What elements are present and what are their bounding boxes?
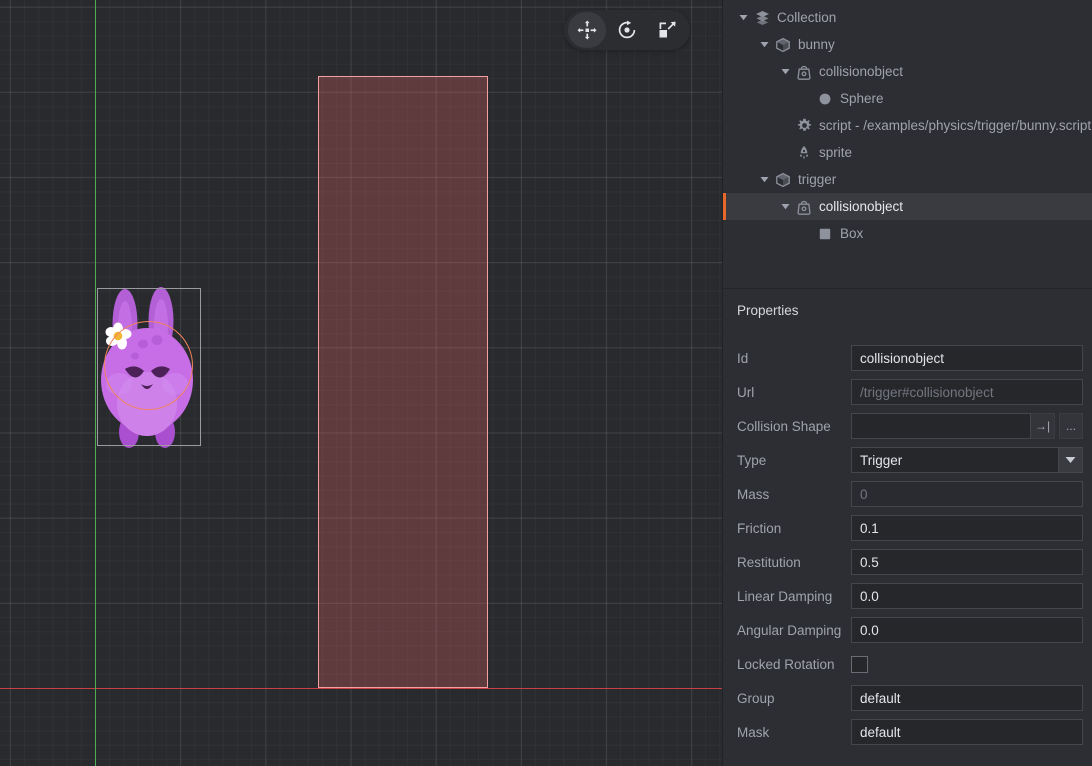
property-row-angular-damping: Angular Damping0.0 (723, 613, 1092, 647)
game-object-icon (774, 171, 792, 189)
property-label-type: Type (737, 453, 851, 468)
outline-item-collisionobject[interactable]: collisionobject (723, 58, 1092, 85)
tree-twisty-empty (800, 92, 813, 105)
collision-object-icon (795, 63, 813, 81)
property-label-group: Group (737, 691, 851, 706)
tree-twisty-empty (779, 119, 792, 132)
x-axis-line (0, 688, 722, 689)
gear-icon (795, 117, 813, 135)
outline-item-label: Box (840, 227, 863, 241)
property-row-collision-shape: Collision Shape→|... (723, 409, 1092, 443)
scale-tool-button[interactable] (648, 12, 686, 48)
property-row-group: Groupdefault (723, 681, 1092, 715)
property-label-mass: Mass (737, 487, 851, 502)
chevron-down-icon[interactable] (779, 200, 792, 213)
property-row-linear-damping: Linear Damping0.0 (723, 579, 1092, 613)
property-label-mask: Mask (737, 725, 851, 740)
outline-item-collisionobject[interactable]: collisionobject (723, 193, 1092, 220)
chevron-down-icon[interactable] (1059, 447, 1083, 473)
outline-tree[interactable]: Collection bunny collisionobject Sphere scri… (723, 0, 1092, 288)
input-friction[interactable]: 0.1 (851, 515, 1083, 541)
property-label-url: Url (737, 385, 851, 400)
property-label-locked-rotation: Locked Rotation (737, 657, 851, 672)
sphere-icon (816, 90, 834, 108)
outline-item-label: collisionobject (819, 200, 903, 214)
input-collision-shape[interactable] (851, 413, 1031, 439)
property-row-url: Url/trigger#collisionobject (723, 375, 1092, 409)
property-row-mask: Maskdefault (723, 715, 1092, 749)
outline-item-label: collisionobject (819, 65, 903, 79)
property-row-restitution: Restitution0.5 (723, 545, 1092, 579)
properties-rows: IdcollisionobjectUrl/trigger#collisionob… (723, 341, 1092, 749)
outline-item-collection[interactable]: Collection (723, 4, 1092, 31)
property-label-linear-damping: Linear Damping (737, 589, 851, 604)
chevron-down-icon[interactable] (758, 38, 771, 51)
property-label-angular-damping: Angular Damping (737, 623, 851, 638)
properties-title: Properties (723, 303, 1092, 318)
property-row-friction: Friction0.1 (723, 511, 1092, 545)
scale-icon (657, 20, 677, 40)
collection-icon (753, 9, 771, 27)
selection-accent-bar (723, 193, 726, 220)
editor-window: Collection bunny collisionobject Sphere scri… (0, 0, 1092, 766)
outline-item-label: script - /examples/physics/trigger/bunny… (819, 119, 1091, 133)
input-mask[interactable]: default (851, 719, 1083, 745)
move-tool-button[interactable] (568, 12, 606, 48)
viewport-toolbar[interactable] (564, 10, 690, 50)
bunny-selection-box (97, 288, 201, 446)
property-label-friction: Friction (737, 521, 851, 536)
sprite-icon (795, 144, 813, 162)
properties-panel: Properties IdcollisionobjectUrl/trigger#… (723, 289, 1092, 766)
outline-item-sphere[interactable]: Sphere (723, 85, 1092, 112)
property-row-type: TypeTrigger (723, 443, 1092, 477)
input-url[interactable]: /trigger#collisionobject (851, 379, 1083, 405)
right-panel: Collection bunny collisionobject Sphere scri… (722, 0, 1092, 766)
property-row-mass: Mass0 (723, 477, 1092, 511)
property-label-restitution: Restitution (737, 555, 851, 570)
tree-twisty-empty (800, 227, 813, 240)
input-linear-damping[interactable]: 0.0 (851, 583, 1083, 609)
chevron-down-icon[interactable] (737, 11, 750, 24)
checkbox-locked-rotation[interactable] (851, 656, 868, 673)
property-label-collision-shape: Collision Shape (737, 419, 851, 434)
game-object-icon (774, 36, 792, 54)
chevron-down-icon[interactable] (779, 65, 792, 78)
outline-item-script-examples-physics-trigger-bunny-script[interactable]: script - /examples/physics/trigger/bunny… (723, 112, 1092, 139)
input-restitution[interactable]: 0.5 (851, 549, 1083, 575)
tree-twisty-empty (779, 146, 792, 159)
outline-item-label: Collection (777, 11, 836, 25)
chevron-down-icon[interactable] (758, 173, 771, 186)
move-icon (577, 20, 597, 40)
property-row-id: Idcollisionobject (723, 341, 1092, 375)
input-group[interactable]: default (851, 685, 1083, 711)
select-type[interactable]: Trigger (851, 447, 1059, 473)
scene-viewport[interactable] (0, 0, 722, 766)
goto-resource-icon[interactable]: →| (1031, 413, 1055, 439)
outline-item-trigger[interactable]: trigger (723, 166, 1092, 193)
input-angular-damping[interactable]: 0.0 (851, 617, 1083, 643)
property-label-id: Id (737, 351, 851, 366)
rotate-icon (617, 20, 637, 40)
outline-item-label: Sphere (840, 92, 884, 106)
property-row-locked-rotation: Locked Rotation (723, 647, 1092, 681)
trigger-collision-box[interactable] (318, 76, 488, 688)
browse-resource-button[interactable]: ... (1059, 413, 1083, 439)
bunny-sprite[interactable] (97, 288, 201, 446)
field-group-collision-shape: →|... (851, 413, 1083, 439)
input-id[interactable]: collisionobject (851, 345, 1083, 371)
outline-item-bunny[interactable]: bunny (723, 31, 1092, 58)
outline-item-box[interactable]: Box (723, 220, 1092, 247)
outline-item-label: trigger (798, 173, 836, 187)
outline-item-label: bunny (798, 38, 835, 52)
input-mass[interactable]: 0 (851, 481, 1083, 507)
outline-item-sprite[interactable]: sprite (723, 139, 1092, 166)
field-group-type: Trigger (851, 447, 1083, 473)
collision-object-icon (795, 198, 813, 216)
box-icon (816, 225, 834, 243)
rotate-tool-button[interactable] (608, 12, 646, 48)
outline-item-label: sprite (819, 146, 852, 160)
